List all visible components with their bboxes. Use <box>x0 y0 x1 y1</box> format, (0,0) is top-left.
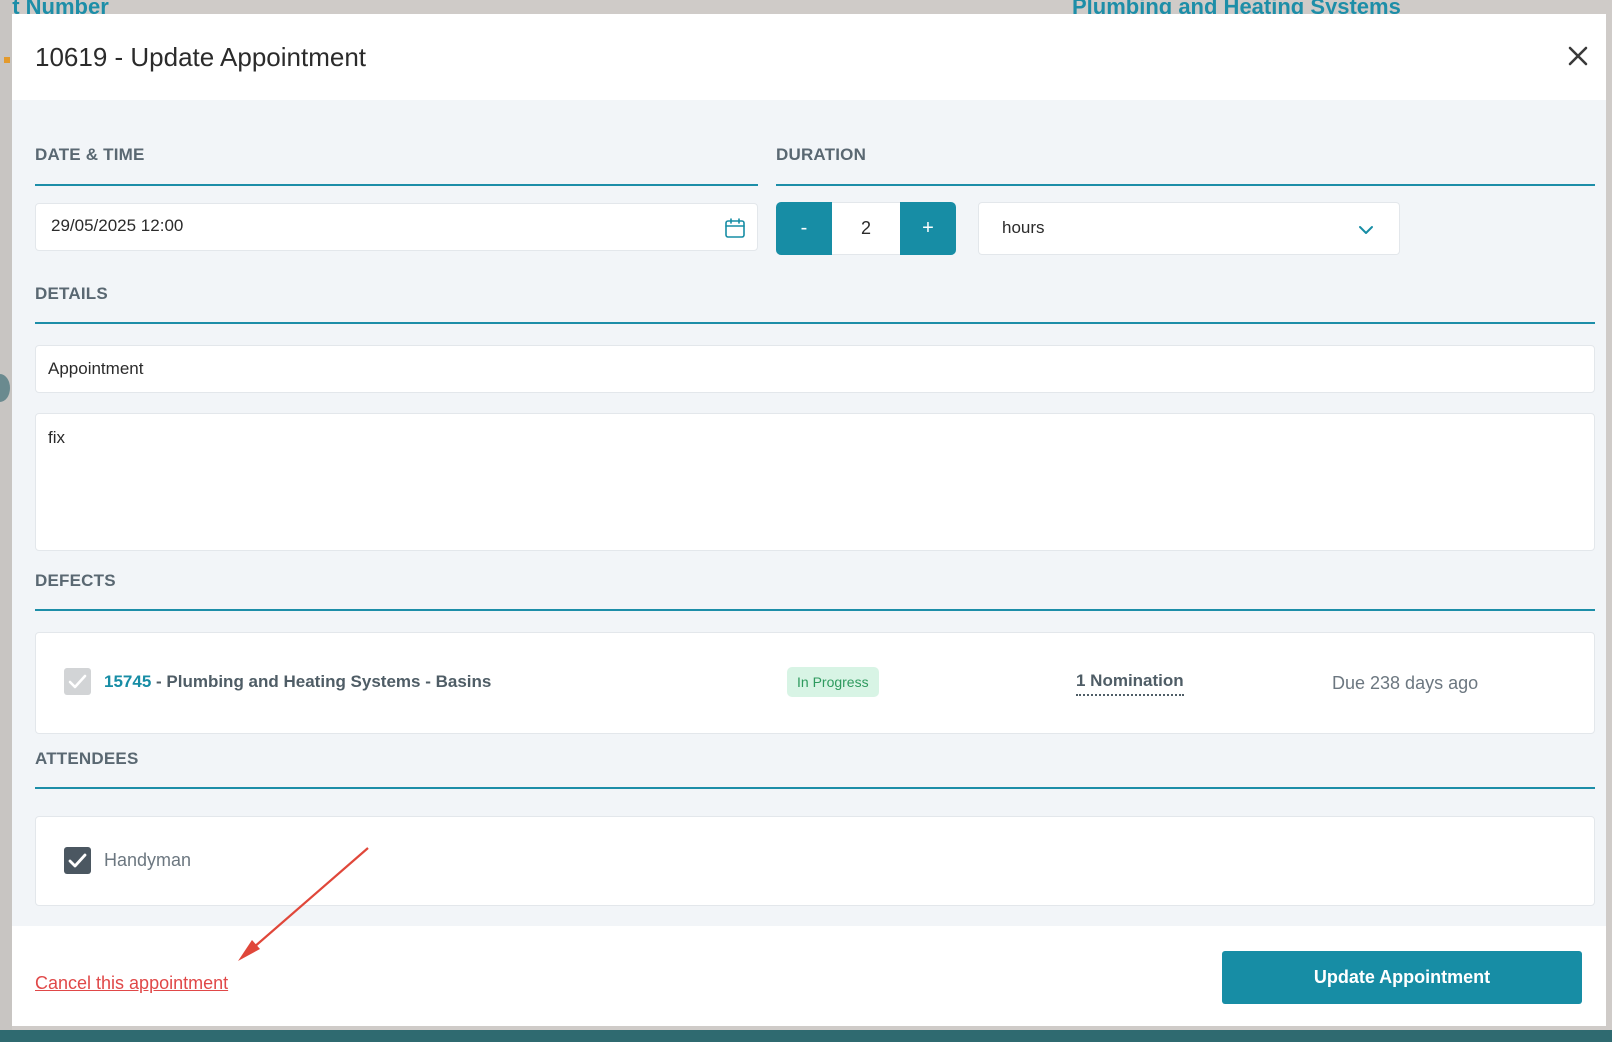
subject-value: Appointment <box>48 359 144 378</box>
subject-input[interactable]: Appointment <box>35 345 1595 393</box>
modal-title: 10619 - Update Appointment <box>35 42 367 72</box>
notes-value: fix <box>48 428 65 447</box>
details-label: DETAILS <box>35 284 108 303</box>
duration-increase-button[interactable]: + <box>900 202 956 255</box>
date-time-value: 29/05/2025 12:00 <box>51 216 184 235</box>
duration-unit-value: hours <box>1002 218 1045 237</box>
status-badge: In Progress <box>787 667 879 697</box>
duration-unit-select[interactable]: hours <box>978 202 1400 255</box>
details-rule <box>35 322 1595 324</box>
close-icon <box>1568 46 1588 66</box>
defects-rule <box>35 609 1595 611</box>
date-time-input[interactable]: 29/05/2025 12:00 <box>35 203 758 251</box>
attendees-rule <box>35 787 1595 789</box>
attendee-row: Handyman <box>35 816 1595 906</box>
background-strip <box>0 0 12 1042</box>
duration-decrease-button[interactable]: - <box>776 202 832 255</box>
duration-label: DURATION <box>776 145 867 164</box>
update-appointment-button[interactable]: Update Appointment <box>1222 951 1582 1004</box>
defect-row: 15745 - Plumbing and Heating Systems - B… <box>35 632 1595 734</box>
background-marker <box>4 57 10 63</box>
duration-value[interactable]: 2 <box>832 202 900 255</box>
defects-label: DEFECTS <box>35 571 116 590</box>
modal-footer: Cancel this appointment Update Appointme… <box>12 926 1606 1026</box>
chevron-down-icon <box>1359 226 1373 234</box>
attendee-checkbox[interactable] <box>64 847 91 874</box>
attendees-label: ATTENDEES <box>35 749 139 768</box>
date-time-rule <box>35 184 758 186</box>
cancel-appointment-link[interactable]: Cancel this appointment <box>35 973 228 994</box>
notes-textarea[interactable]: fix <box>35 413 1595 551</box>
defect-checkbox <box>64 668 91 695</box>
date-time-label: DATE & TIME <box>35 145 145 164</box>
defect-description: - Plumbing and Heating Systems - Basins <box>151 672 492 691</box>
attendee-name: Handyman <box>104 850 192 870</box>
modal-header: 10619 - Update Appointment <box>12 14 1606 100</box>
defect-title: 15745 - Plumbing and Heating Systems - B… <box>104 672 491 692</box>
defect-id-link[interactable]: 15745 <box>104 672 151 691</box>
calendar-icon[interactable] <box>723 216 747 240</box>
close-button[interactable] <box>1562 40 1594 72</box>
defect-due: Due 238 days ago <box>1332 673 1479 693</box>
nomination-link[interactable]: 1 Nomination <box>1076 671 1184 696</box>
duration-rule <box>776 184 1595 186</box>
background-bottom-bar <box>0 1030 1612 1042</box>
check-icon <box>68 674 87 689</box>
update-appointment-modal: 10619 - Update Appointment DATE & TIME 2… <box>12 14 1606 1026</box>
check-icon <box>68 853 87 868</box>
